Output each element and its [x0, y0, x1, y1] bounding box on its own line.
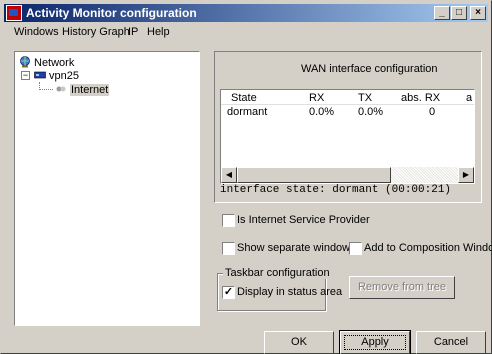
tree-item-internet[interactable]: Internet: [55, 83, 110, 96]
cell-tx: 0.0%: [358, 106, 384, 118]
remove-from-tree-button[interactable]: Remove from tree: [349, 276, 455, 299]
menu-bar: Windows History Graph IP Help: [4, 23, 488, 41]
list-header-divider: [221, 104, 474, 105]
interface-state-text: interface state: dormant (00:00:21): [220, 184, 452, 196]
tree-item-vpn25-label: vpn25: [49, 70, 79, 82]
tree-item-vpn25[interactable]: vpn25: [34, 69, 79, 82]
cell-state: dormant: [227, 106, 268, 118]
tree-item-internet-label: Internet: [70, 84, 110, 96]
column-header-abs-tx[interactable]: a: [466, 92, 472, 104]
maximize-button[interactable]: □: [451, 6, 467, 20]
scroll-right-button[interactable]: ▶: [458, 167, 474, 183]
menu-ip[interactable]: IP: [128, 26, 138, 38]
wan-interface-list[interactable]: State RX TX abs. RX a dormant 0.0% 0.0% …: [220, 89, 475, 184]
tree-connector-h: [39, 89, 53, 90]
tree-expander[interactable]: −: [21, 71, 30, 80]
cancel-button[interactable]: Cancel: [416, 331, 486, 354]
menu-windows[interactable]: Windows: [14, 26, 59, 38]
taskbar-group-legend: Taskbar configuration: [223, 267, 332, 279]
minimize-button[interactable]: _: [434, 6, 450, 20]
composition-window-label[interactable]: Add to Composition Window: [364, 242, 492, 254]
checkmark-icon: ✓: [223, 286, 234, 298]
menu-history-graph[interactable]: History Graph: [62, 26, 130, 38]
separate-window-label[interactable]: Show separate window: [237, 242, 350, 254]
status-area-checkbox[interactable]: ✓: [222, 286, 235, 299]
cell-rx: 0.0%: [309, 106, 335, 118]
column-header-tx[interactable]: TX: [358, 92, 372, 104]
close-button[interactable]: ×: [470, 6, 486, 20]
column-header-rx[interactable]: RX: [309, 92, 324, 104]
network-adapter-icon: [34, 71, 46, 79]
wan-title: WAN interface configuration: [301, 63, 438, 75]
tree-item-network-label: Network: [34, 57, 75, 69]
isp-label[interactable]: Is Internet Service Provider: [237, 214, 370, 226]
globe-network-icon: [20, 56, 30, 68]
network-tree[interactable]: Network − vpn25 Internet: [14, 51, 200, 326]
separate-window-checkbox[interactable]: [222, 242, 235, 255]
window-title: Activity Monitor configuration: [26, 6, 197, 20]
title-bar[interactable]: Activity Monitor configuration _ □ ×: [4, 4, 488, 22]
arrow-left-icon: ◀: [225, 170, 233, 179]
tree-item-network[interactable]: Network: [19, 56, 74, 69]
activity-monitor-window: Activity Monitor configuration _ □ × Win…: [0, 0, 492, 354]
app-icon: [6, 5, 22, 21]
scroll-left-button[interactable]: ◀: [221, 167, 237, 183]
expander-minus-icon: −: [22, 70, 29, 80]
apply-button[interactable]: Apply: [339, 330, 411, 354]
composition-window-checkbox[interactable]: [349, 242, 362, 255]
cell-abs-rx: 0: [429, 106, 436, 118]
arrow-right-icon: ▶: [462, 170, 470, 179]
interface-icon: [56, 86, 66, 92]
isp-checkbox[interactable]: [222, 214, 235, 227]
scroll-thumb[interactable]: [237, 167, 391, 183]
horizontal-scrollbar[interactable]: ◀ ▶: [221, 167, 474, 183]
column-header-state[interactable]: State: [231, 92, 257, 104]
menu-help[interactable]: Help: [147, 26, 170, 38]
column-header-abs-rx[interactable]: abs. RX: [401, 92, 440, 104]
status-area-label[interactable]: Display in status area: [237, 286, 342, 298]
ok-button[interactable]: OK: [264, 331, 334, 354]
